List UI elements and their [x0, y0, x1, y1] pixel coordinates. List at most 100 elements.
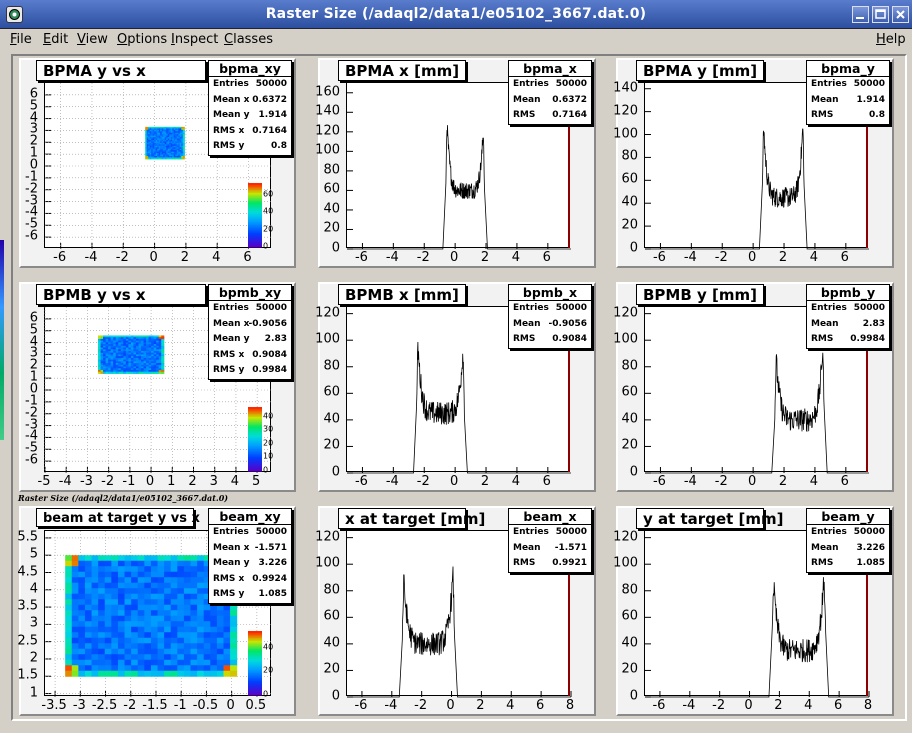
stats-key: Mean	[513, 318, 541, 329]
x-tick-label: -4	[385, 474, 399, 489]
heatmap-cell	[177, 648, 185, 655]
heatmap-cell	[144, 604, 152, 611]
heatmap-cell	[98, 593, 106, 600]
heatmap-cell	[91, 571, 99, 578]
pad-bpma_y[interactable]: -6 -4 -2 0 2 4 6 0 20 40 60 80 100 120 140 BPMA y [mm] b…	[613, 58, 894, 268]
heatmap-cell	[144, 555, 152, 562]
heatmap-cell	[91, 582, 99, 589]
stats-value: 0.7164	[552, 110, 587, 120]
x-tick-label: 0	[145, 474, 155, 489]
heatmap-cell	[203, 626, 211, 633]
heatmap-cell	[164, 632, 172, 639]
y-tick-label: 20	[323, 220, 340, 236]
menu-options[interactable]: Options	[117, 32, 167, 47]
stats-value: 50000	[255, 79, 287, 89]
stats-row: RMS 0.9921	[509, 556, 591, 572]
heatmap-cell	[91, 621, 99, 628]
menu-help[interactable]: Help	[876, 32, 906, 47]
stats-key: Mean	[811, 318, 839, 329]
heatmap-cell	[170, 599, 178, 606]
heatmap-cell	[111, 571, 119, 578]
heatmap-cell	[170, 637, 178, 644]
window-titlebar[interactable]: Raster Size (/adaql2/data1/e05102_3667.d…	[0, 0, 912, 29]
pad-beam_y[interactable]: -6 -4 -2 0 2 4 6 8 0 20 40 60 80 100 120 y at target [m…	[613, 506, 894, 716]
close-icon[interactable]	[892, 6, 909, 23]
heatmap-cell	[137, 659, 145, 666]
heatmap-cell	[71, 582, 79, 589]
pad-beam_xy[interactable]: -3.5 -3 -2.5 -2 -1.5 -1 -0.5 0 0.5 1 1.5 2 2.5 3 3.5 4 4…	[17, 506, 296, 716]
x-tick-label: -6	[652, 250, 666, 265]
heatmap-cell	[111, 626, 119, 633]
x-tick-label: 0	[449, 250, 459, 265]
stats-row: Mean y 3.226	[209, 556, 291, 572]
menu-inspect[interactable]: Inspect	[171, 32, 218, 47]
heatmap-cell	[216, 648, 224, 655]
heatmap-cell	[150, 610, 159, 617]
heatmap-cell	[131, 588, 139, 595]
pad-bpma_x[interactable]: -6 -4 -2 0 2 4 6 0 20 40 60 80 100 120 140 160 BPMA x [m…	[315, 58, 596, 268]
pad-bpma_xy[interactable]: -6 -4 -2 0 2 4 6 -6 -5 -4 -3 -2 -1 0 1 2 3 4 5 6 0 20 40 60 BPMA…	[19, 58, 296, 268]
heatmap-cell	[177, 555, 185, 562]
heatmap-cell	[210, 637, 218, 644]
heatmap-cell	[183, 566, 192, 573]
pad-beam_x[interactable]: -6 -4 -2 0 2 4 6 8 0 20 40 60 80 100 120 x at target [m…	[315, 506, 596, 716]
heatmap-cell	[111, 560, 119, 567]
heatmap-cell	[230, 637, 238, 644]
menu-classes[interactable]: Classes	[224, 32, 273, 47]
heatmap-cell	[137, 637, 145, 644]
heatmap-cell	[65, 632, 73, 639]
x-tick-label: -6	[354, 250, 368, 265]
palette-label: 0	[263, 241, 269, 251]
heatmap-cell	[117, 604, 126, 611]
stats-key: Entries	[811, 527, 847, 537]
heatmap-cell	[111, 648, 119, 655]
y-tick-label: 2.5	[17, 633, 38, 649]
y-tick-label: 100	[315, 555, 340, 571]
heatmap-cell	[210, 626, 218, 633]
heatmap-cell	[170, 670, 178, 677]
heatmap-cell	[150, 659, 159, 666]
pad-bpmb_y[interactable]: -6 -4 -2 0 2 4 6 0 20 40 60 80 100 120 BPMB y [mm] bpmb…	[613, 282, 894, 492]
heatmap-cell	[164, 555, 172, 562]
stats-row: Entries 50000	[509, 77, 591, 93]
heatmap-cell	[65, 615, 73, 622]
heatmap-cell	[104, 654, 112, 661]
heatmap-cell	[144, 615, 152, 622]
pad-bpmb_xy[interactable]: -5 -4 -3 -2 -1 0 1 2 3 4 5 -6 -5 -4 -3 -2 -1 0 1 2 3 4 5 6 0 10 20…	[19, 282, 296, 492]
y-tick-label: 20	[621, 437, 638, 453]
heatmap-cell	[190, 555, 198, 562]
heatmap-cell	[157, 610, 165, 617]
heatmap-cell	[150, 665, 159, 672]
x-tick-label: -0.5	[192, 698, 219, 713]
heatmap-cell	[177, 560, 185, 567]
heatmap-cell	[144, 654, 152, 661]
palette-step	[248, 631, 262, 634]
y-tick-label: 100	[613, 126, 638, 142]
stats-key: Mean y	[213, 110, 250, 120]
heatmap-cell	[150, 648, 159, 655]
menu-file[interactable]: File	[10, 32, 32, 47]
menu-edit[interactable]: Edit	[43, 32, 68, 47]
heatmap-cell	[117, 648, 126, 655]
heatmap-cell	[111, 566, 119, 573]
heatmap-cell	[91, 670, 99, 677]
pad-bpmb_x[interactable]: -6 -4 -2 0 2 4 6 0 20 40 60 80 100 120 BPMB x [mm] bpmb…	[315, 282, 596, 492]
menu-view[interactable]: View	[77, 32, 108, 47]
heatmap-cell	[157, 582, 165, 589]
stats-name: bpma_y	[807, 61, 889, 77]
heatmap-cell	[104, 637, 112, 644]
heatmap-cell	[216, 621, 224, 628]
heatmap-cell	[223, 626, 231, 633]
heatmap-cell	[124, 555, 132, 562]
x-tick-label: 2	[778, 474, 788, 489]
heatmap-cell	[170, 555, 178, 562]
heatmap-cell	[98, 604, 106, 611]
heatmap-cell	[150, 643, 159, 650]
heatmap-cell	[65, 593, 73, 600]
heatmap-cell	[157, 571, 165, 578]
heatmap-cell	[170, 593, 178, 600]
minimize-icon[interactable]	[852, 6, 869, 23]
maximize-icon[interactable]	[872, 6, 889, 23]
heatmap-cell	[137, 654, 145, 661]
heatmap-cell	[230, 670, 238, 677]
